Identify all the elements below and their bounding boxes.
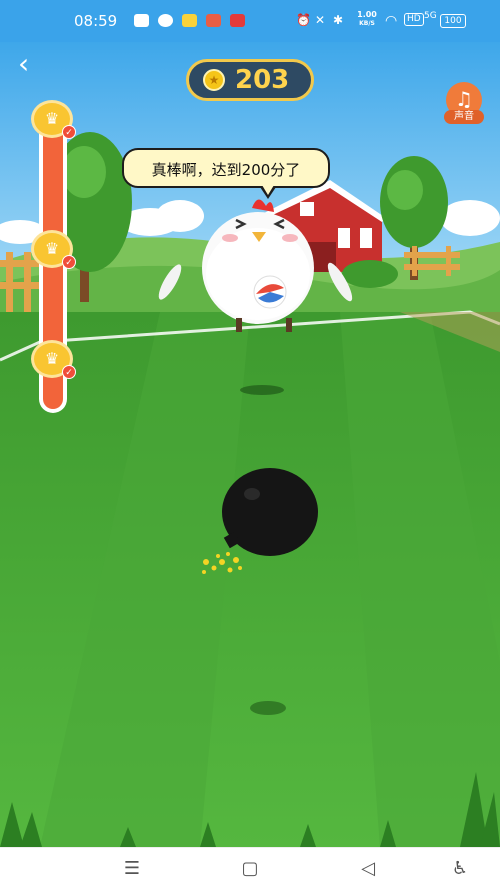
back-icon[interactable]: ◁ <box>352 856 384 882</box>
speech-tail <box>260 185 276 199</box>
signal-label: 5G <box>424 11 437 21</box>
bush <box>342 260 398 288</box>
hd-badge: HD <box>404 13 424 26</box>
wechat-icon <box>134 14 149 27</box>
ground-shadow <box>250 701 286 715</box>
wifi-icon: ◠ <box>385 13 398 29</box>
check-icon: ✓ <box>62 365 76 379</box>
battery-indicator: 100 <box>440 14 466 28</box>
network-speed-unit: KB/S <box>359 20 375 27</box>
crown-coin-icon: ♛ <box>44 109 60 128</box>
check-icon: ✓ <box>62 255 76 269</box>
status-time: 08:59 <box>74 12 118 30</box>
accessibility-icon[interactable]: ♿ <box>444 856 476 882</box>
network-speed-value: 1.00 <box>357 10 377 19</box>
crown-coin-icon: ♛ <box>44 349 60 368</box>
back-button[interactable]: ‹ <box>18 50 48 80</box>
back-arrow-icon: ‹ <box>18 47 30 80</box>
chat-icon <box>158 14 173 27</box>
milestone-top: ♛ ✓ <box>31 100 76 139</box>
status-bar: 08:59 ⏰ ✕ ✱ 1.00 KB/S ◠ HD 5G 100 <box>0 0 500 42</box>
score-display: ★ 203 <box>186 59 314 101</box>
chicken-shadow <box>240 385 284 395</box>
speech-text: 真棒啊，达到200分了 <box>151 161 301 179</box>
speech-bubble: 真棒啊，达到200分了 <box>122 148 330 199</box>
coin-icon: ★ <box>203 69 225 91</box>
sound-label: 声音 <box>444 110 484 124</box>
shopping-icon <box>230 14 245 27</box>
milestone-middle: ♛ ✓ <box>31 230 76 269</box>
weibo-icon <box>182 14 197 27</box>
game-screen: 08:59 ⏰ ✕ ✱ 1.00 KB/S ◠ HD 5G 100 ‹ ★ 20… <box>0 0 500 889</box>
menu-icon[interactable]: ☰ <box>116 856 148 882</box>
check-icon: ✓ <box>62 125 76 139</box>
crown-coin-icon: ♛ <box>44 239 60 258</box>
alarm-icon: ⏰ <box>296 13 311 27</box>
network-speed: 1.00 KB/S <box>356 10 378 28</box>
mute-icon: ✕ <box>315 13 326 27</box>
sound-button[interactable]: ♫ 声音 <box>444 82 484 126</box>
game-icon <box>206 14 221 27</box>
score-value: 203 <box>235 65 290 95</box>
milestone-bottom: ♛ ✓ <box>31 340 76 379</box>
system-nav-bar: ☰ ▢ ◁ ♿ <box>0 847 500 889</box>
bluetooth-icon: ✱ <box>333 13 344 27</box>
home-icon[interactable]: ▢ <box>234 856 266 882</box>
